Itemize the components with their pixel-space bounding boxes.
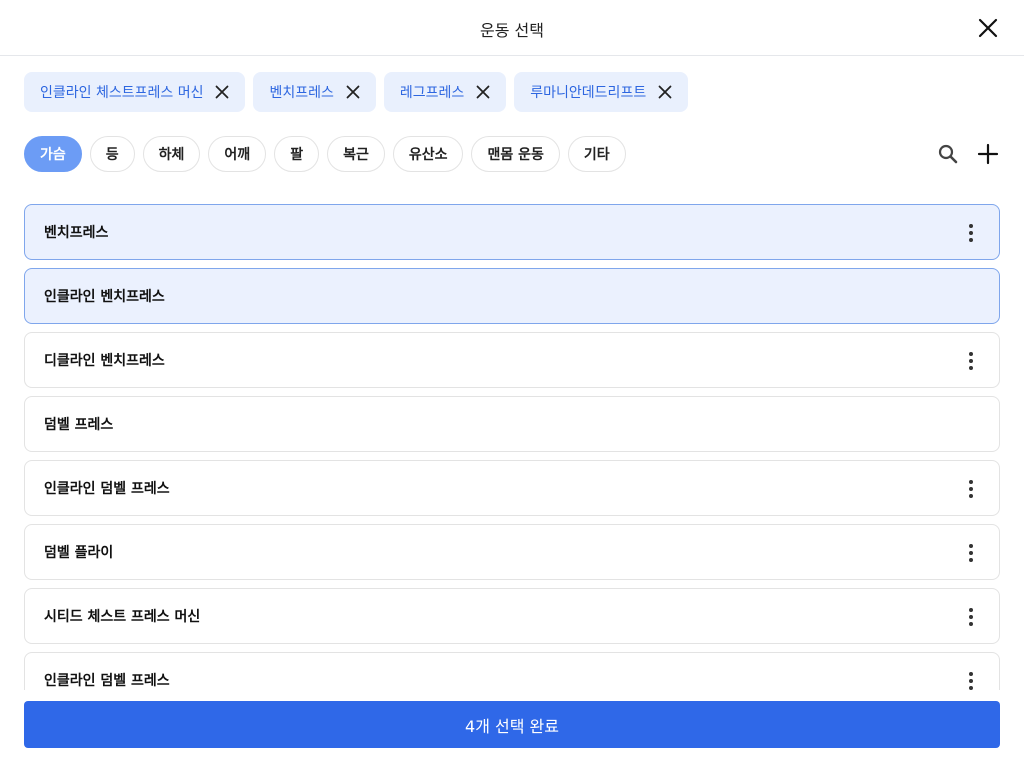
tab-arms[interactable]: 팔 bbox=[274, 136, 320, 172]
confirm-selection-button[interactable]: 4개 선택 완료 bbox=[24, 701, 1000, 748]
tab-shoulders[interactable]: 어깨 bbox=[208, 136, 267, 172]
more-options-icon[interactable] bbox=[959, 349, 983, 373]
tab-abs[interactable]: 복근 bbox=[327, 136, 385, 172]
tab-chest[interactable]: 가슴 bbox=[24, 136, 82, 172]
tab-legs[interactable]: 하체 bbox=[142, 136, 201, 172]
modal-title: 운동 선택 bbox=[480, 21, 544, 40]
close-icon[interactable] bbox=[976, 16, 1000, 40]
search-icon[interactable] bbox=[936, 142, 960, 166]
selected-chip: 레그프레스 bbox=[383, 72, 507, 112]
selected-chip: 벤치프레스 bbox=[253, 72, 376, 112]
exercise-name: 덤벨 프레스 bbox=[44, 417, 114, 433]
tab-back[interactable]: 등 bbox=[89, 136, 135, 172]
exercise-name: 인클라인 덤벨 프레스 bbox=[44, 673, 170, 689]
tab-bodyweight[interactable]: 맨몸 운동 bbox=[471, 136, 560, 172]
exercise-name: 디클라인 벤치프레스 bbox=[44, 353, 165, 369]
exercise-row[interactable]: 덤벨 프레스 bbox=[24, 396, 1000, 452]
remove-chip-icon[interactable] bbox=[474, 83, 492, 101]
selected-chip: 인클라인 체스트프레스 머신 bbox=[24, 72, 246, 112]
more-options-icon[interactable] bbox=[959, 477, 983, 501]
exercise-name: 덤벨 플라이 bbox=[44, 545, 114, 561]
more-options-icon[interactable] bbox=[959, 669, 983, 690]
exercise-row[interactable]: 디클라인 벤치프레스 bbox=[24, 332, 1000, 388]
modal-header: 운동 선택 bbox=[0, 0, 1024, 56]
tab-cardio[interactable]: 유산소 bbox=[392, 136, 464, 172]
exercise-row[interactable]: 벤치프레스 bbox=[24, 204, 1000, 260]
exercise-row[interactable]: 시티드 체스트 프레스 머신 bbox=[24, 588, 1000, 644]
exercise-row[interactable]: 인클라인 덤벨 프레스 bbox=[24, 652, 1000, 690]
selected-chip: 루마니안데드리프트 bbox=[514, 72, 689, 112]
tab-other[interactable]: 기타 bbox=[567, 136, 626, 172]
exercise-name: 인클라인 덤벨 프레스 bbox=[44, 481, 170, 497]
exercise-name: 벤치프레스 bbox=[44, 225, 109, 241]
more-options-icon[interactable] bbox=[959, 221, 983, 245]
chip-label: 루마니안데드리프트 bbox=[530, 85, 647, 101]
selected-chips: 인클라인 체스트프레스 머신 벤치프레스 레그프레스 루마니안데드리프트 bbox=[24, 72, 689, 112]
exercise-name: 인클라인 벤치프레스 bbox=[44, 289, 165, 305]
more-options-icon[interactable] bbox=[959, 605, 983, 629]
remove-chip-icon[interactable] bbox=[656, 83, 674, 101]
exercise-list: 벤치프레스 인클라인 벤치프레스 디클라인 벤치프레스 덤벨 프레스 인클라인 … bbox=[24, 204, 1000, 690]
more-options-icon[interactable] bbox=[959, 541, 983, 565]
chip-label: 인클라인 체스트프레스 머신 bbox=[40, 85, 204, 101]
plus-icon[interactable] bbox=[976, 142, 1000, 166]
category-tabs: 가슴 등 하체 어깨 팔 복근 유산소 맨몸 운동 기타 bbox=[24, 136, 626, 172]
list-toolbar bbox=[936, 142, 1000, 166]
remove-chip-icon[interactable] bbox=[213, 83, 231, 101]
chip-label: 벤치프레스 bbox=[269, 85, 334, 101]
exercise-row[interactable]: 덤벨 플라이 bbox=[24, 524, 1000, 580]
chip-label: 레그프레스 bbox=[399, 85, 465, 101]
exercise-name: 시티드 체스트 프레스 머신 bbox=[44, 609, 201, 625]
remove-chip-icon[interactable] bbox=[344, 83, 362, 101]
exercise-row[interactable]: 인클라인 벤치프레스 bbox=[24, 268, 1000, 324]
exercise-row[interactable]: 인클라인 덤벨 프레스 bbox=[24, 460, 1000, 516]
